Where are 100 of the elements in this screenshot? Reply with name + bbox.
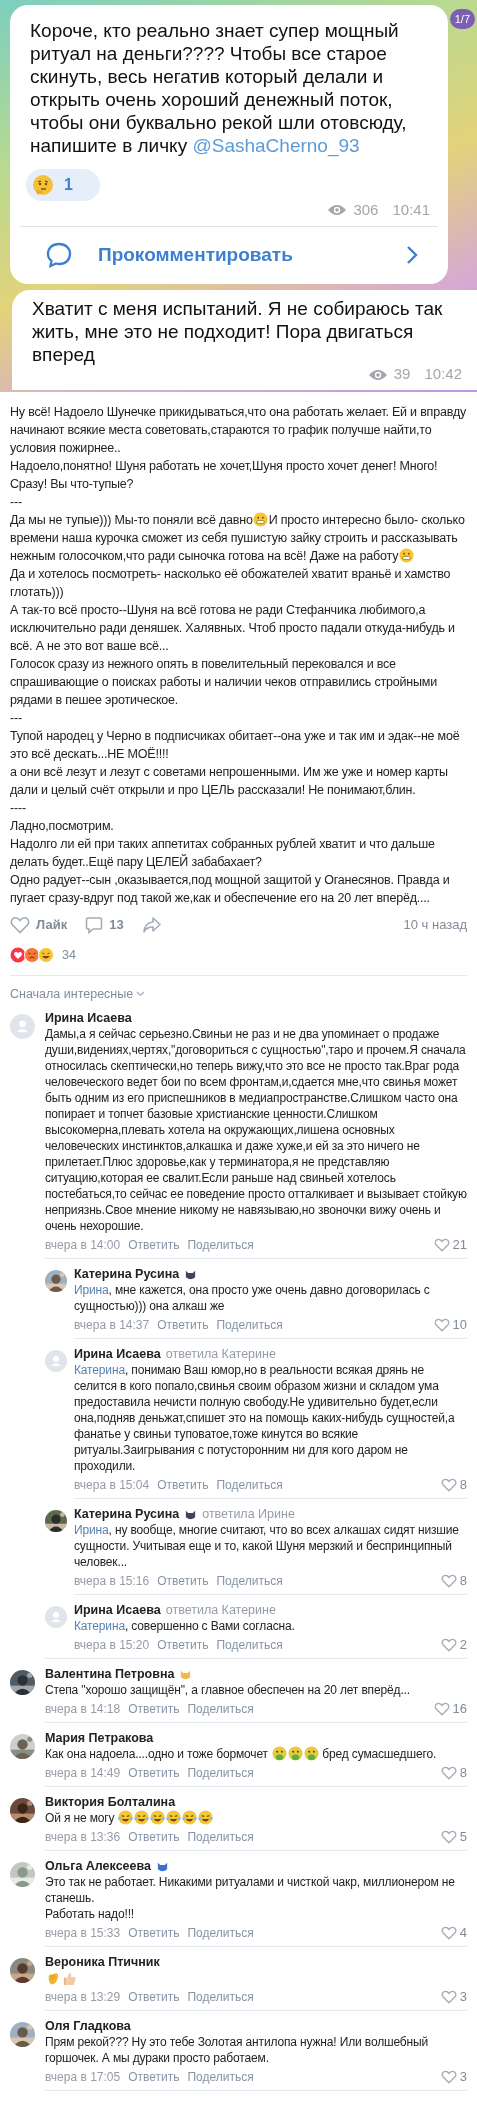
share-link[interactable]: Поделиться xyxy=(187,2068,254,2086)
comment-time: вчера в 15:16 xyxy=(74,1573,150,1590)
mention-link[interactable]: Ирина xyxy=(74,1523,109,1537)
author-name[interactable]: Катерина Русина xyxy=(74,1504,180,1524)
comment-time: вчера в 15:33 xyxy=(45,1925,121,1942)
like-button[interactable]: 21 xyxy=(433,1235,467,1255)
reply-link[interactable]: Ответить xyxy=(128,1828,180,1846)
heart-icon xyxy=(433,1702,450,1716)
post-text: Одно радует--сын ,оказывается,под мощной защитой у Оганесянов. Правда и пугает сразу-вдруг под такой же,как и обеспечение его на 20 лет вперёд.... xyxy=(10,872,451,907)
comment-text: Прям рекой??? Ну это тебе Золотая антилопа нужна! Или волшебный горшочек. А мы дураки просто работаем. xyxy=(45,2034,430,2066)
message-text: Хватит с меня испытаний. Я не собираюсь так жить, мне это не подходит! Пора двигаться вперед xyxy=(31,296,444,366)
thumbs-up-icon xyxy=(61,1971,77,1986)
share-link[interactable]: Поделиться xyxy=(187,1764,254,1782)
reaction-chip[interactable]: 1 xyxy=(26,169,100,201)
reply-link[interactable]: Ответить xyxy=(157,1636,209,1654)
comment-button[interactable]: Прокомментировать xyxy=(20,225,438,284)
post-text: --- xyxy=(10,710,23,727)
view-count: 306 xyxy=(353,200,379,220)
share-link[interactable]: Поделиться xyxy=(216,1636,283,1654)
reply-link[interactable]: Ответить xyxy=(128,1700,180,1718)
mention-link[interactable]: Ирина xyxy=(74,1283,109,1297)
heart-icon xyxy=(433,1238,450,1252)
comment-text: Катерина, понимаю Ваш юмор,но в реальности всякая дрянь не селится в кого попало,свинья своим образом жизни и складом ума предоставила нечисти полную свободу.Не удивительно будет,если она,подняв деньжат,спишет это на помощь каких-нибудь сущностей,а фанатье у свиньи туповатое,тоже кинутся во всякие ритуалы.Заигрывания с потусторонним ни для кого даром не проходили. xyxy=(74,1362,456,1474)
laughing-face-icon xyxy=(198,1810,214,1825)
default-avatar-icon[interactable] xyxy=(45,1606,67,1628)
like-button[interactable]: Лайк xyxy=(10,915,68,935)
comment-text: Степа "хорошо защищён", а главное обеспечен на 20 лет вперёд... xyxy=(45,1682,411,1698)
heart-icon xyxy=(440,1766,457,1780)
share-link[interactable]: Поделиться xyxy=(187,1700,254,1718)
mention-link[interactable]: Катерина xyxy=(74,1363,125,1377)
mention-link[interactable]: Катерина xyxy=(74,1619,125,1633)
comment-text: Как она надоела....одно и тоже бормочет бред сумасшедшего. xyxy=(45,1746,438,1762)
share-icon[interactable] xyxy=(141,916,162,934)
share-link[interactable]: Поделиться xyxy=(216,1476,283,1494)
share-link[interactable]: Поделиться xyxy=(187,1988,254,2006)
message-time: 10:41 xyxy=(392,200,430,220)
laughing-face-icon xyxy=(166,1810,182,1825)
reply-link[interactable]: Ответить xyxy=(157,1476,209,1494)
heart-icon xyxy=(433,1318,450,1332)
reply-link[interactable]: Ответить xyxy=(128,1988,180,2006)
author-name[interactable]: Ирина Исаева xyxy=(45,1008,132,1028)
post-text: Тупой народец у Черно в подписчиках обитает--она уже и так им и эдак--не моё это всё дескать...НЕ МОЁ!!!! xyxy=(10,728,461,763)
like-button[interactable]: 16 xyxy=(433,1699,467,1719)
comment-text: Это так не работает. Никакими ритуалами и чисткой чакр, миллионером не станешь. xyxy=(45,1874,456,1906)
author-name[interactable]: Оля Гладкова xyxy=(45,2016,131,2036)
like-button[interactable]: 8 xyxy=(440,1475,467,1495)
reply-link[interactable]: Ответить xyxy=(128,2068,180,2086)
share-link[interactable]: Поделиться xyxy=(216,1316,283,1334)
like-button[interactable]: 4 xyxy=(440,1923,467,1943)
chevron-down-icon xyxy=(136,991,146,997)
comment-text: Дамы,а я сейчас серьезно.Свиньи не раз и не два упоминает о продаже души,видениях,чертях,"договориться с сущностью",таро и прочем.Я сначала относилась скептически,но теперь вижу,что это все не просто так.Враг рода человеческого ведет бои по всем фронтам,и,сдается мне,что свинья может быть одним из его приспешников в медиапространстве.Слишком часто она попирает и топчет базовые христианские ценности.Слишком высокомерна,плевать хотела на окружающих,лишена основных человеческих инстинктов,алкашка и даже хуже,и ей за это ничего не прилетает.Плюс здоровье,как у терминатора,я не представляю ситуацию,которая ее свалит.Если раньше над свиньей хотелось постебаться,то сейчас ее поведение просто отталкивает и вызывает стойкую неприязнь.Свое мнение никому не навязываю,но звоночки вижу очень и очень нехорошие. xyxy=(45,1026,467,1234)
author-name[interactable]: Ирина Исаева xyxy=(74,1600,161,1620)
author-name[interactable]: Ирина Исаева xyxy=(74,1344,161,1364)
message-text: Короче, кто реально знает супер мощный ритуал на деньги???? Чтобы все старое скинуть, весь негатив который делали и открыть очень хороший денежный поток, чтобы они буквально рекой шли отовсюду, напишите в личку @SashaCherno_93 xyxy=(29,19,408,157)
author-name[interactable]: Мария Петракова xyxy=(45,1728,154,1748)
chevron-right-icon xyxy=(406,245,418,265)
reply-link[interactable]: Ответить xyxy=(128,1924,180,1942)
comment-time: вчера в 14:49 xyxy=(45,1765,121,1782)
comment-time: вчера в 15:20 xyxy=(74,1637,150,1654)
heart-icon xyxy=(10,916,30,934)
reply-link[interactable]: Ответить xyxy=(128,1236,180,1254)
author-name[interactable]: Валентина Петровна xyxy=(45,1664,175,1684)
comment-time: вчера в 14:37 xyxy=(74,1317,150,1334)
comments-button[interactable]: 13 xyxy=(85,915,124,935)
reply-to-label: ответила Катерине xyxy=(165,1601,276,1619)
laughing-face-icon xyxy=(182,1810,198,1825)
comment-time: вчера в 13:29 xyxy=(45,1989,121,2006)
comment-text: Ой я не могу xyxy=(45,1810,467,1826)
author-name[interactable]: Вероника Птичник xyxy=(45,1952,160,1972)
reply-to-label: ответила Катерине xyxy=(165,1345,276,1363)
like-button[interactable]: 2 xyxy=(440,1635,467,1655)
share-link[interactable]: Поделиться xyxy=(187,1924,254,1942)
sort-dropdown[interactable]: Сначала интересные xyxy=(10,985,146,1003)
heart-icon xyxy=(440,1830,457,1844)
default-avatar-icon[interactable] xyxy=(45,1350,67,1372)
share-link[interactable]: Поделиться xyxy=(216,1572,283,1590)
post-text: Да и хотелось посмотреть- насколько её обожателей хватит враньё и хамство глотать))) xyxy=(10,566,452,601)
reply-link[interactable]: Ответить xyxy=(157,1572,209,1590)
like-button[interactable]: 5 xyxy=(440,1827,467,1847)
comment-time: вчера в 14:00 xyxy=(45,1237,121,1254)
like-button[interactable]: 8 xyxy=(440,1571,467,1591)
author-name[interactable]: Ольга Алексеева xyxy=(45,1856,151,1876)
like-button[interactable]: 10 xyxy=(433,1315,467,1335)
comment-text: Ирина, мне кажется, она просто уже очень давно договорилась с сущностью))) она алкаш же xyxy=(74,1282,431,1314)
comment-time: вчера в 14:18 xyxy=(45,1701,121,1718)
reply-link[interactable]: Ответить xyxy=(128,1764,180,1782)
like-button[interactable]: 8 xyxy=(440,1763,467,1783)
share-link[interactable]: Поделиться xyxy=(187,1828,254,1846)
like-button[interactable]: 3 xyxy=(440,2067,467,2087)
like-button[interactable]: 3 xyxy=(440,1987,467,2007)
comment-text: Работать надо!!! xyxy=(45,1906,135,1922)
nauseated-face-icon xyxy=(271,1746,287,1761)
comment-time: вчера в 17:05 xyxy=(45,2069,121,2086)
page-counter: 1/7 xyxy=(449,9,475,29)
mention-link[interactable]: @SashaCherno_93 xyxy=(192,135,360,156)
author-name[interactable]: Виктория Болталина xyxy=(45,1792,176,1812)
reply-link[interactable]: Ответить xyxy=(157,1316,209,1334)
default-avatar-icon[interactable] xyxy=(10,1014,35,1039)
share-link[interactable]: Поделиться xyxy=(187,1236,254,1254)
author-name[interactable]: Катерина Русина xyxy=(74,1264,180,1284)
